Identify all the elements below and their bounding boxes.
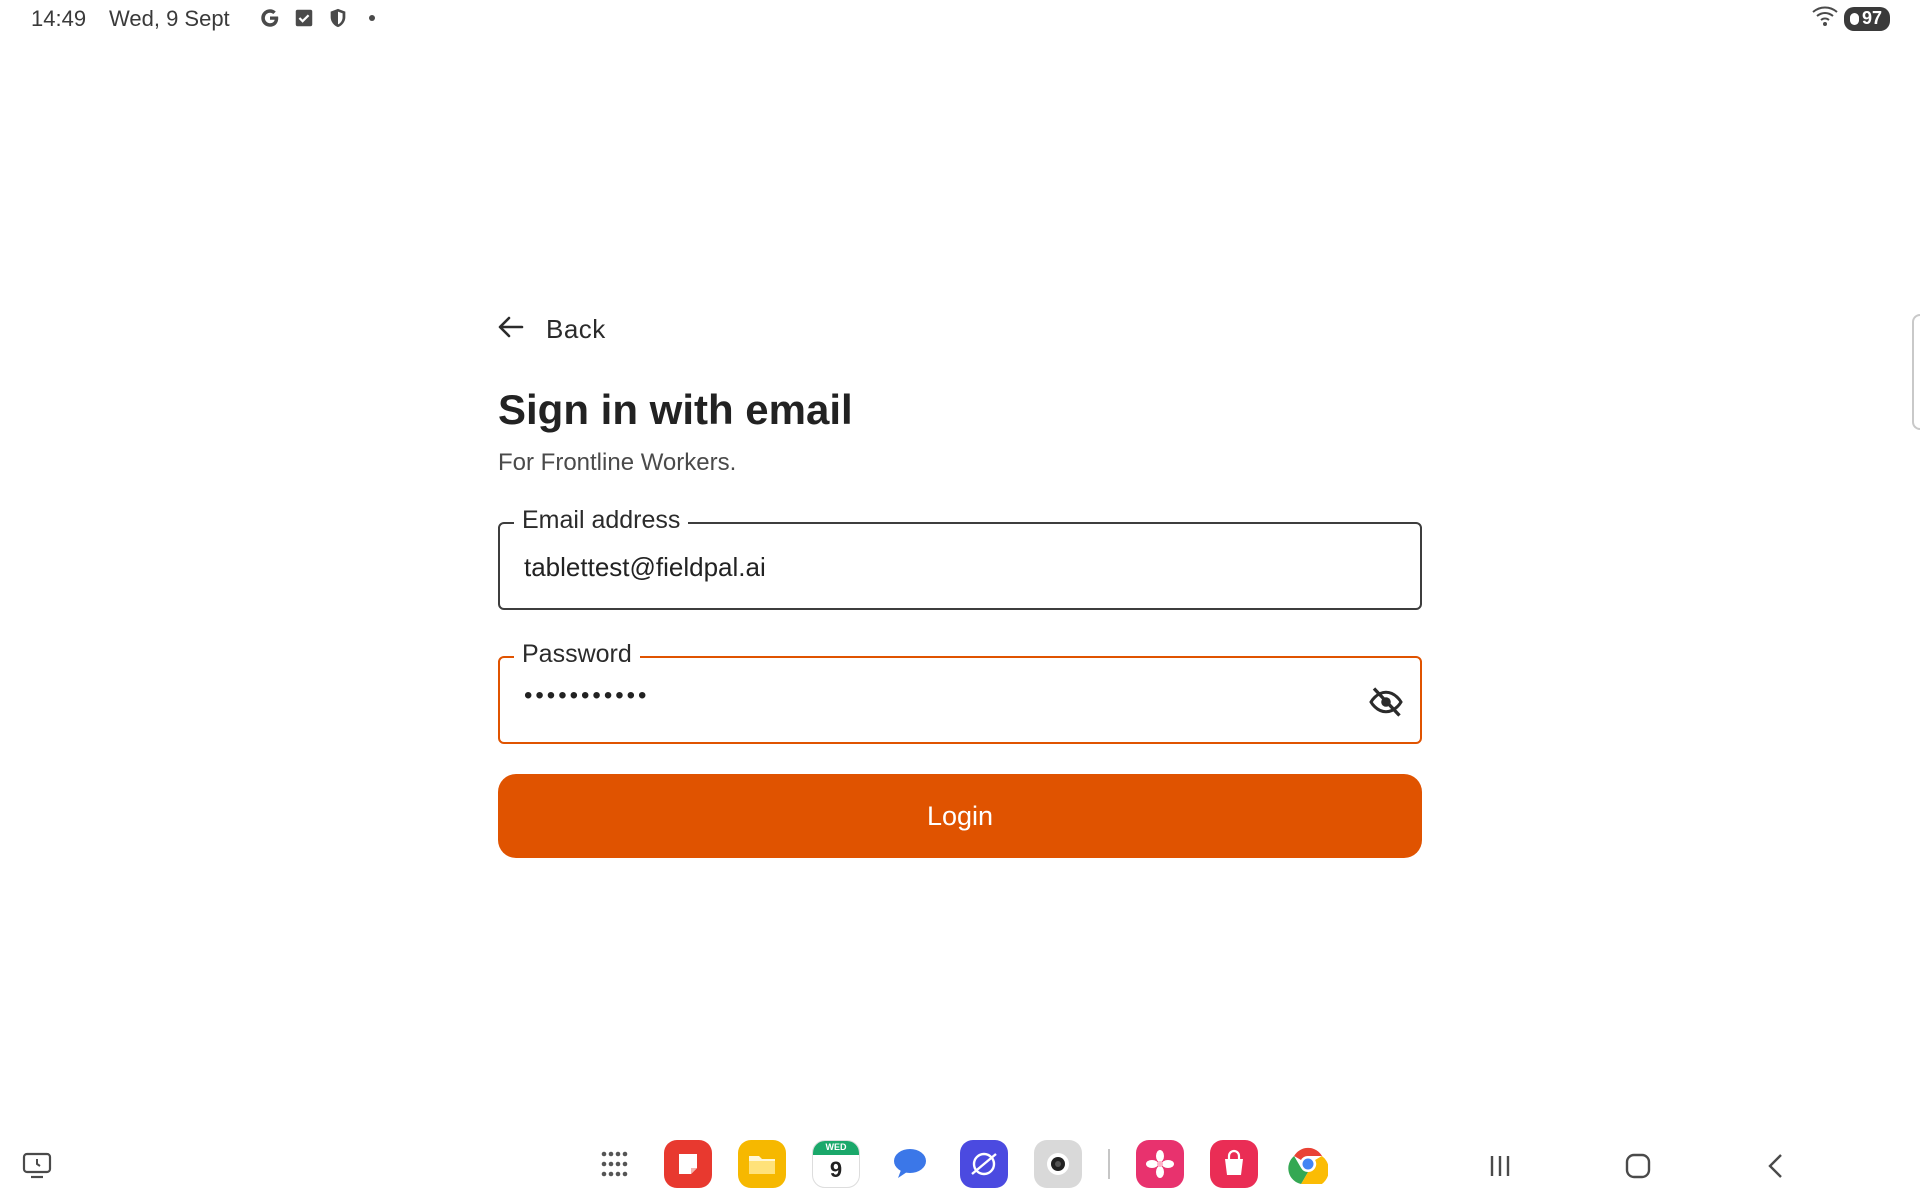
home-button[interactable] [1618, 1146, 1658, 1186]
status-date: Wed, 9 Sept [109, 6, 230, 31]
checkbox-icon [292, 6, 316, 30]
status-bar: 14:49 Wed, 9 Sept 97 [0, 0, 1920, 36]
shield-icon [326, 6, 350, 30]
wifi-icon [1812, 5, 1838, 32]
email-field[interactable]: Email address tablettest@fieldpal.ai [498, 506, 1422, 610]
dock-separator [1108, 1149, 1110, 1179]
battery-icon: 97 [1843, 6, 1890, 31]
screen-recorder-icon[interactable] [22, 1150, 52, 1180]
files-app-icon[interactable] [738, 1140, 786, 1188]
notes-app-icon[interactable] [664, 1140, 712, 1188]
password-field[interactable]: Password ••••••••••• [498, 640, 1422, 744]
camera-app-icon[interactable] [1034, 1140, 1082, 1188]
status-notification-icons [258, 6, 384, 30]
internet-app-icon[interactable] [960, 1140, 1008, 1188]
taskbar: WED 9 [0, 1128, 1920, 1200]
password-value[interactable]: ••••••••••• [524, 682, 649, 710]
battery-level: 97 [1861, 8, 1882, 28]
nav-back-button[interactable] [1756, 1146, 1796, 1186]
app-drawer-icon[interactable] [590, 1140, 638, 1188]
chrome-app-icon[interactable] [1284, 1140, 1332, 1188]
email-value[interactable]: tablettest@fieldpal.ai [524, 552, 766, 583]
calendar-day: WED [825, 1142, 847, 1152]
calendar-app-icon[interactable]: WED 9 [812, 1140, 860, 1188]
password-label: Password [514, 640, 640, 669]
status-time: 14:49 [31, 6, 87, 31]
store-app-icon[interactable] [1210, 1140, 1258, 1188]
notification-dot-icon [360, 6, 384, 30]
email-label: Email address [514, 506, 689, 535]
gallery-app-icon[interactable] [1136, 1140, 1184, 1188]
page-title: Sign in with email [498, 386, 853, 433]
app-dock: WED 9 [590, 1140, 1358, 1188]
status-system-icons: 97 [1812, 5, 1890, 32]
recents-button[interactable] [1480, 1146, 1520, 1186]
messages-app-icon[interactable] [886, 1140, 934, 1188]
eye-off-icon[interactable] [1368, 684, 1404, 720]
calendar-date: 9 [829, 1157, 843, 1182]
back-link[interactable]: Back [496, 312, 606, 347]
arrow-left-icon [496, 312, 526, 347]
login-button[interactable]: Login [498, 774, 1422, 858]
back-label: Back [546, 314, 606, 344]
edge-panel-handle[interactable] [1912, 314, 1920, 430]
google-icon [258, 6, 282, 30]
page-subtitle: For Frontline Workers. [498, 449, 737, 476]
